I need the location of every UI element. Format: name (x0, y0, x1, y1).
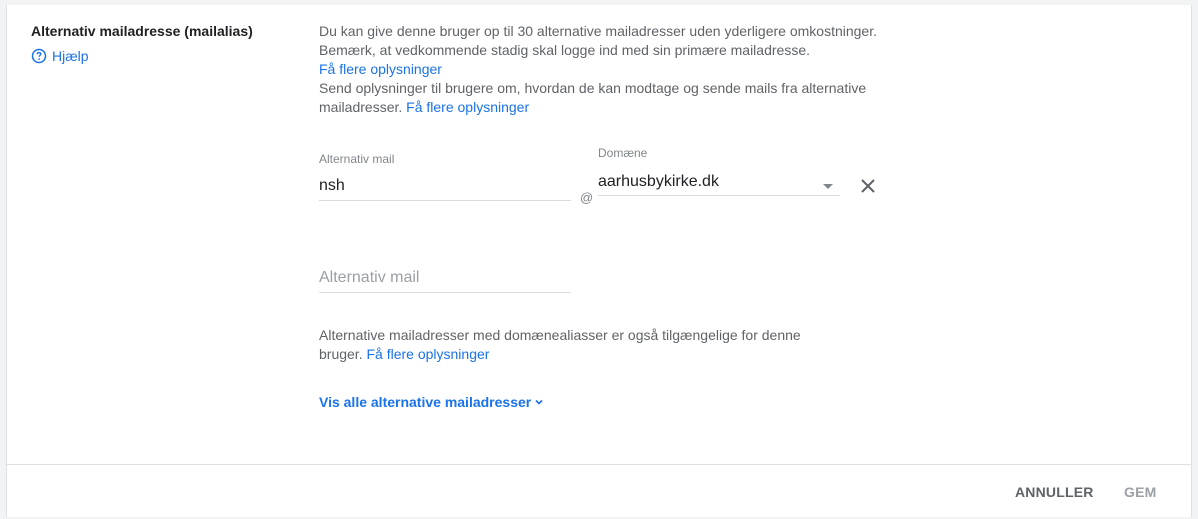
footer-divider (7, 464, 1191, 465)
at-sign: @ (580, 190, 594, 205)
help-label: Hjælp (52, 48, 89, 64)
page-background: Alternativ mailadresse (mailalias) Hjælp… (0, 0, 1198, 519)
cancel-button[interactable]: ANNULLER (1015, 484, 1094, 500)
show-all-label: Vis alle alternative mailadresser (319, 394, 532, 410)
settings-card: Alternativ mailadresse (mailalias) Hjælp… (6, 5, 1192, 517)
help-link[interactable]: Hjælp (31, 48, 89, 64)
description-text-2: Send oplysninger til brugere om, hvordan… (319, 80, 867, 115)
learn-more-link-2[interactable]: Få flere oplysninger (406, 99, 529, 115)
save-button[interactable]: GEM (1124, 484, 1157, 500)
close-icon[interactable] (858, 176, 878, 196)
domain-alias-note: Alternative mailadresser med domænealias… (319, 327, 801, 362)
new-alias-underline (319, 292, 571, 293)
description: Du kan give denne bruger op til 30 alter… (319, 22, 889, 117)
alias-mail-underline (319, 200, 571, 201)
dropdown-arrow-icon[interactable] (823, 184, 833, 189)
learn-more-link-1[interactable]: Få flere oplysninger (319, 61, 442, 77)
alias-mail-label: Alternativ mail (319, 152, 395, 166)
chevron-down-icon (535, 399, 543, 405)
domain-select[interactable]: aarhusbykirke.dk (598, 173, 719, 191)
help-circle-icon (31, 48, 47, 64)
alias-mail-input[interactable]: nsh (319, 177, 345, 195)
domain-label: Domæne (598, 146, 648, 160)
show-all-aliases-button[interactable]: Vis alle alternative mailadresser (319, 394, 544, 410)
learn-more-link-3[interactable]: Få flere oplysninger (366, 346, 489, 362)
description-text-1: Du kan give denne bruger op til 30 alter… (319, 23, 877, 77)
new-alias-input[interactable]: Alternativ mail (319, 269, 419, 287)
domain-underline (598, 195, 840, 196)
section-title: Alternativ mailadresse (mailalias) (31, 23, 253, 39)
